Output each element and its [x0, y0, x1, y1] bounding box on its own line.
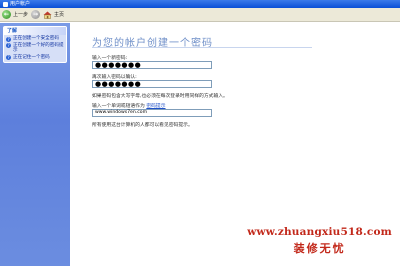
learn-about-panel: 了解 ? 正在创建一个安全密码 ? 正在创建一个好的密码提示 ? 正在记住一个密…	[3, 26, 67, 64]
sidebar-item-label: 正在记住一个密码	[13, 54, 50, 60]
toolbar: ← 上一步 → 主页	[0, 8, 400, 22]
panel-title: 了解	[4, 27, 66, 35]
window-title: 用户帐户	[10, 1, 31, 7]
back-button[interactable]: ← 上一步	[2, 10, 28, 19]
home-icon	[43, 11, 52, 19]
task-sidebar: 了解 ? 正在创建一个安全密码 ? 正在创建一个好的密码提示 ? 正在记住一个密…	[0, 23, 70, 266]
help-icon: ?	[6, 55, 11, 61]
sidebar-item-password-hint[interactable]: ? 正在创建一个好的密码提示	[4, 42, 66, 54]
sidebar-item-label: 正在创建一个好的密码提示	[13, 42, 64, 54]
confirm-password-input[interactable]: ●●●●●●●	[92, 80, 212, 88]
help-icon: ?	[6, 36, 11, 42]
sidebar-item-label: 正在创建一个安全密码	[13, 36, 59, 41]
sidebar-item-remember-password[interactable]: ? 正在记住一个密码	[4, 54, 66, 61]
forward-arrow-icon: →	[31, 10, 41, 19]
case-sensitivity-note: 如果密码包含大写字母,也必须在每次登录时用同样的方式输入。	[92, 94, 228, 99]
watermark-url: www.zhuangxiu518.com	[247, 226, 392, 238]
title-bar: 用户帐户	[0, 0, 400, 8]
hint-visibility-note: 所有使用这台计算机的人都可以看见密码提示。	[92, 123, 193, 128]
back-button-label: 上一步	[13, 12, 29, 18]
confirm-password-label: 再次输入密码以确认:	[92, 75, 137, 80]
home-button[interactable]: 主页	[43, 11, 64, 19]
back-arrow-icon: ←	[2, 10, 11, 19]
password-hint-label: 输入一个单词或短语作为 密码提示	[92, 102, 166, 109]
help-icon: ?	[6, 43, 11, 49]
password-hint-input[interactable]: www.windows7en.com	[92, 109, 212, 117]
user-accounts-icon	[3, 1, 8, 7]
heading-divider	[92, 47, 312, 48]
site-watermark: www.zhuangxiu518.com 装修无忧	[247, 226, 392, 256]
watermark-name: 装修无忧	[293, 242, 346, 255]
sidebar-item-secure-password[interactable]: ? 正在创建一个安全密码	[4, 35, 66, 42]
home-button-label: 主页	[54, 12, 65, 18]
new-password-input[interactable]: ●●●●●●●	[92, 61, 212, 69]
new-password-label: 输入一个新密码:	[92, 56, 128, 61]
forward-button[interactable]: →	[31, 10, 41, 19]
